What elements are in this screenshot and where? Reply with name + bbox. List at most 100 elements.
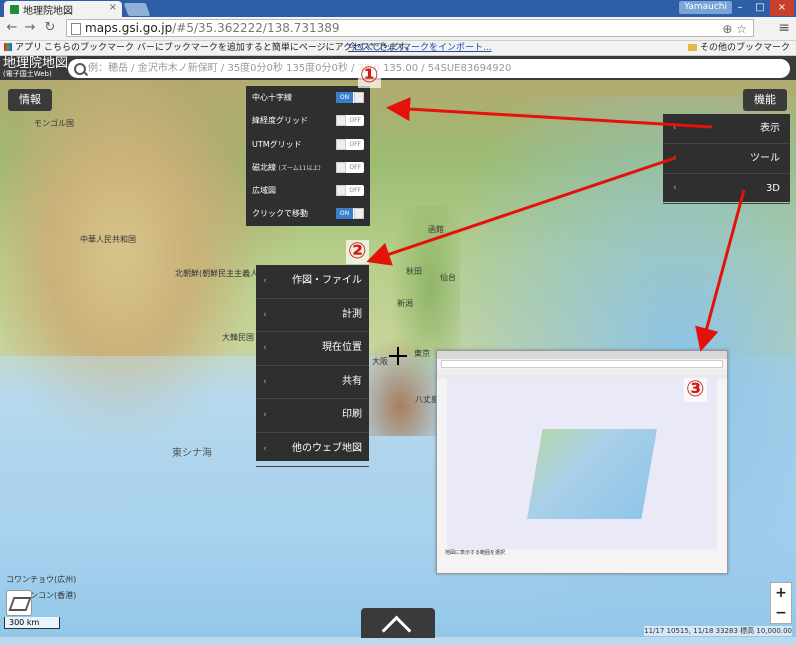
- toggle-knob: [354, 92, 364, 103]
- menu-item-label: ツール: [750, 153, 780, 164]
- toggle-sublabel: (ズーム11以上): [278, 164, 321, 172]
- inset-3d-canvas: [447, 379, 717, 549]
- tool-item-other-maps[interactable]: ‹ 他のウェブ地図: [256, 433, 369, 467]
- address-bar[interactable]: maps.gsi.go.jp/#5/35.362222/138.731389 ⊕…: [66, 19, 754, 37]
- apps-label: アプリ: [15, 43, 43, 53]
- zoom-out-button[interactable]: −: [771, 603, 791, 623]
- chevron-left-icon: ‹: [263, 376, 267, 387]
- menu-item-tools[interactable]: ‹ ツール: [663, 144, 790, 174]
- toggle-knob: [336, 138, 346, 150]
- toggle-row-magnetic-north: 磁北線 (ズーム11以上) OFF: [246, 156, 370, 179]
- toggle-state: OFF: [349, 163, 361, 171]
- toggle-switch[interactable]: OFF: [336, 138, 364, 150]
- star-icon[interactable]: ⊕ ☆: [722, 21, 747, 37]
- callout-3: ③: [684, 377, 707, 402]
- toggle-label: 広域図: [252, 186, 276, 196]
- info-button[interactable]: 情報: [8, 89, 52, 111]
- tab-close-icon[interactable]: ×: [109, 2, 117, 13]
- toggle-state: OFF: [349, 117, 361, 125]
- callout-1: ①: [358, 63, 381, 88]
- toggle-knob: [354, 208, 364, 220]
- window-controls: – □ ×: [730, 0, 794, 16]
- tool-item-label: 共有: [342, 375, 362, 387]
- inset-addressbar: [441, 360, 723, 368]
- chrome-menu-icon[interactable]: ≡: [778, 20, 790, 36]
- other-bookmarks-label: その他のブックマーク: [699, 43, 790, 53]
- toggle-row-utm-grid: UTMグリッド OFF: [246, 133, 370, 156]
- map-label: 大阪: [372, 357, 388, 366]
- reload-icon[interactable]: ↻: [42, 20, 58, 36]
- toggle-switch[interactable]: ON: [336, 92, 364, 103]
- map-label: 新潟: [397, 299, 413, 308]
- profile-badge[interactable]: Yamauchi: [679, 1, 732, 14]
- toggle-switch[interactable]: OFF: [336, 161, 364, 173]
- map-label: 東シナ海: [172, 448, 212, 459]
- toggle-state: ON: [336, 208, 353, 220]
- display-settings-panel: 中心十字線 ON 緯経度グリッド OFF UTMグリッド OFF 磁北線 (ズー…: [246, 86, 370, 226]
- chevron-left-icon: ‹: [263, 309, 267, 320]
- site-logo[interactable]: 地理院地図 (電子国土Web): [3, 57, 68, 78]
- toggle-knob: [336, 161, 346, 173]
- browser-tab[interactable]: 地理院地図 ×: [4, 1, 122, 17]
- close-icon[interactable]: ×: [770, 0, 794, 16]
- chevron-left-icon: ‹: [263, 410, 267, 421]
- toggle-state: OFF: [349, 140, 361, 148]
- maximize-icon[interactable]: □: [750, 0, 770, 16]
- toggle-switch[interactable]: OFF: [336, 115, 364, 127]
- tool-item-label: 現在位置: [322, 342, 362, 354]
- map-label: 秋田: [406, 267, 422, 276]
- chevron-left-icon: ‹: [263, 276, 267, 286]
- inset-controls: 地図に表示する範囲を選択: [445, 550, 506, 556]
- tool-item-drawing[interactable]: ‹ 作図・ファイル: [256, 265, 369, 299]
- window-titlebar: 地理院地図 × Yamauchi – □ ×: [0, 0, 796, 17]
- map-label: 大韓民国: [222, 333, 254, 342]
- functions-button[interactable]: 機能: [743, 89, 787, 111]
- menu-item-display[interactable]: ‹ 表示: [663, 114, 790, 144]
- toggle-row-center-cross: 中心十字線 ON: [246, 86, 370, 109]
- apps-link[interactable]: アプリ: [4, 41, 42, 55]
- chevron-left-icon: ‹: [673, 153, 677, 163]
- minimize-icon[interactable]: –: [730, 0, 750, 16]
- chevron-left-icon: ‹: [263, 343, 267, 354]
- zoom-in-button[interactable]: +: [771, 583, 791, 603]
- coordinate-readout: 11/17 10515, 11/18 33283 標高 10,000.00: [644, 626, 792, 636]
- map-label: 函館: [428, 225, 444, 234]
- tab-title: 地理院地図: [23, 5, 73, 17]
- chevron-left-icon: ‹: [673, 183, 677, 193]
- bookmark-bar: アプリ こちらのブックマーク バーにブックマークを追加すると簡単にページにアクセ…: [0, 41, 796, 56]
- apps-icon: [4, 43, 12, 51]
- map-label: モンゴル国: [34, 119, 74, 128]
- callout-2: ②: [346, 239, 369, 264]
- import-bookmarks-link[interactable]: 今すぐブックマークをインポート...: [348, 41, 492, 55]
- tool-item-label: 計測: [342, 308, 362, 320]
- toggle-row-latlon-grid: 緯経度グリッド OFF: [246, 109, 370, 132]
- toggle-label: 中心十字線: [252, 93, 292, 102]
- tool-item-measure[interactable]: ‹ 計測: [256, 299, 369, 333]
- search-input[interactable]: 例：穂岳 / 金沢市木ノ新保町 / 35度0分0秒 135度0分0秒 / 35.…: [68, 59, 790, 78]
- tool-item-location[interactable]: ‹ 現在位置: [256, 332, 369, 366]
- layer-switch-button[interactable]: [6, 590, 32, 616]
- map-label: コワンチョウ(広州): [6, 575, 77, 584]
- toggle-switch[interactable]: ON: [336, 208, 364, 220]
- chevron-left-icon: ‹: [673, 123, 677, 133]
- tool-item-label: 作図・ファイル: [292, 275, 362, 286]
- new-tab-button[interactable]: [123, 3, 151, 16]
- tool-item-print[interactable]: ‹ 印刷: [256, 399, 369, 433]
- toggle-switch[interactable]: OFF: [336, 185, 364, 197]
- menu-item-3d[interactable]: ‹ 3D: [663, 174, 790, 204]
- functions-menu: ‹ 表示 ‹ ツール ‹ 3D: [663, 114, 790, 204]
- inset-titlebar: [437, 351, 727, 359]
- forward-icon[interactable]: →: [22, 20, 38, 36]
- tools-submenu: ‹ 作図・ファイル ‹ 計測 ‹ 現在位置 ‹ 共有 ‹ 印刷 ‹ 他のウェブ地図: [256, 265, 369, 467]
- expand-panel-button[interactable]: [361, 608, 435, 645]
- back-icon[interactable]: ←: [4, 20, 20, 36]
- center-crosshair: [389, 347, 407, 365]
- url-path: /#5/35.362222/138.731389: [172, 21, 340, 35]
- toggle-label: 緯経度グリッド: [252, 116, 308, 126]
- favicon-icon: [10, 4, 19, 14]
- tool-item-share[interactable]: ‹ 共有: [256, 366, 369, 400]
- toggle-row-overview-map: 広域図 OFF: [246, 179, 370, 202]
- other-bookmarks[interactable]: その他のブックマーク: [687, 41, 790, 55]
- map-label: 東京: [414, 349, 430, 358]
- scale-bar: 300 km: [4, 617, 60, 629]
